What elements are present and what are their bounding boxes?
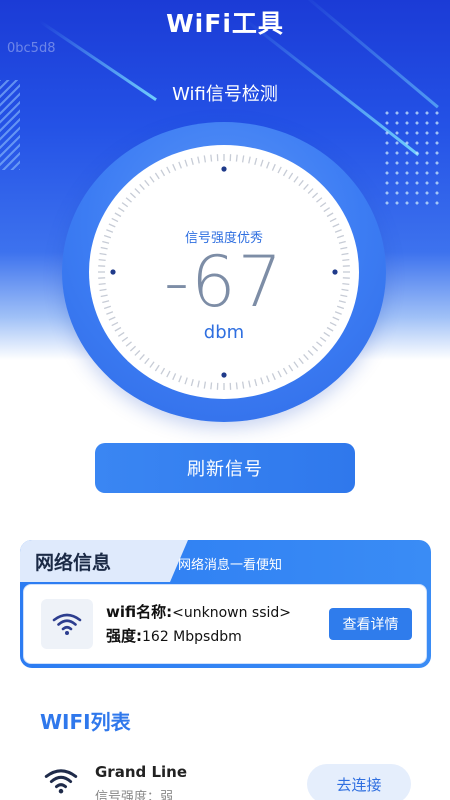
wifi-icon: [44, 769, 78, 794]
wifi-list-title: WIFI列表: [40, 710, 131, 734]
app-title: WiFi工具: [166, 9, 284, 38]
section-title: Wifi信号检测: [172, 84, 278, 105]
connect-button[interactable]: 去连接: [307, 764, 411, 800]
wifi-strength-label: 强度:: [106, 627, 142, 645]
wifi-strength-line: 强度:162 Mbpsdbm: [106, 625, 242, 646]
wifi-list-strength: 信号强度：弱: [95, 790, 174, 800]
network-info-card: 网络信息 网络消息一看便知 wifi名称:<unknown ssid> 强度:1…: [20, 540, 431, 668]
wifi-icon: [52, 613, 82, 635]
view-details-button[interactable]: 查看详情: [329, 608, 412, 640]
refresh-signal-button[interactable]: 刷新信号: [95, 443, 355, 493]
network-info-body: wifi名称:<unknown ssid> 强度:162 Mbpsdbm 查看详…: [23, 584, 427, 664]
hex-tag: 0bc5d8: [7, 41, 56, 56]
gauge-face: 信号强度优秀 -67 dbm: [89, 145, 359, 399]
network-info-subtitle: 网络消息一看便知: [178, 558, 283, 573]
wifi-list-name: Grand Line: [95, 763, 188, 781]
wifi-name-label: wifi名称:: [106, 603, 173, 621]
gauge-value: -67: [163, 241, 285, 323]
wifi-strength-value: 162 Mbpsdbm: [142, 629, 242, 645]
list-item[interactable]: Grand Line 信号强度：弱 去连接: [0, 752, 450, 800]
gauge-unit: dbm: [203, 322, 245, 343]
wifi-name-value: <unknown ssid>: [172, 605, 292, 621]
signal-gauge: 信号强度优秀 -67 dbm: [62, 122, 386, 422]
wifi-name-line: wifi名称:<unknown ssid>: [106, 601, 291, 622]
wifi-icon-box: [41, 599, 93, 649]
network-info-tab: 网络信息: [20, 540, 188, 582]
